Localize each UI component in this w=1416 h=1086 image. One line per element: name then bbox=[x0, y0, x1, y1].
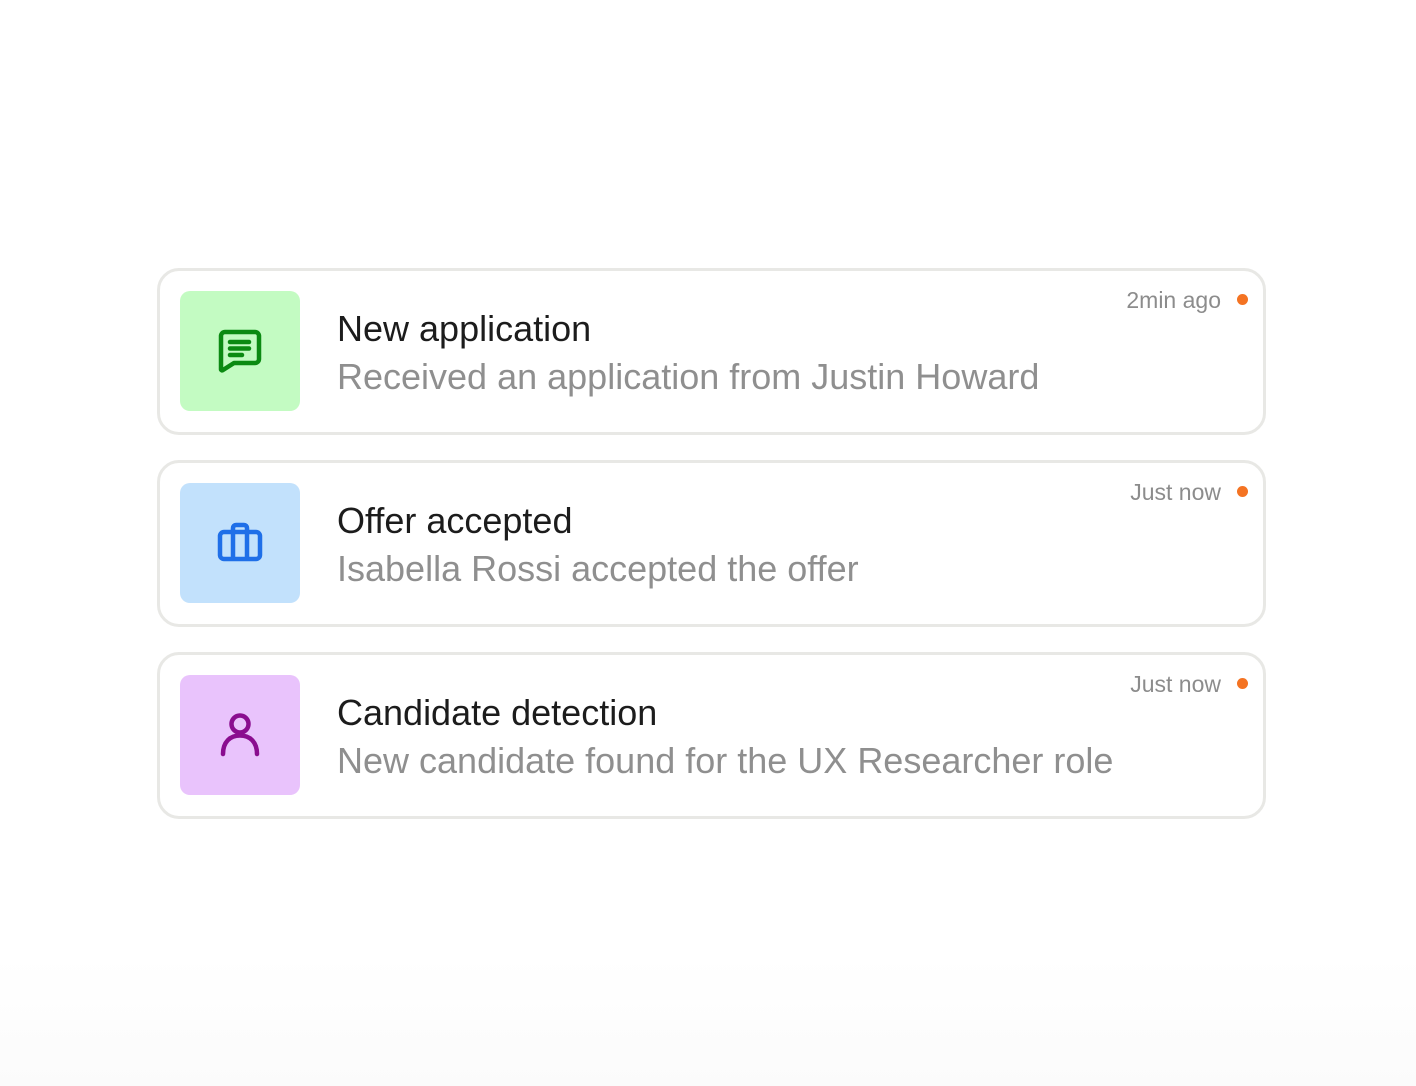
notification-title: New application bbox=[337, 308, 592, 349]
user-icon bbox=[220, 713, 260, 757]
icon-tile bbox=[180, 675, 300, 795]
unread-indicator bbox=[1237, 486, 1248, 497]
briefcase-icon bbox=[217, 522, 263, 562]
message-lines-icon bbox=[218, 329, 262, 373]
icon-tile bbox=[180, 291, 300, 411]
notification-time: Just now bbox=[1130, 479, 1221, 505]
notification-title: Candidate detection bbox=[337, 692, 658, 733]
notification-card[interactable]: Candidate detection New candidate found … bbox=[157, 652, 1266, 819]
notification-time: Just now bbox=[1130, 671, 1221, 697]
notification-card[interactable]: New application Received an application … bbox=[157, 268, 1266, 435]
unread-indicator bbox=[1237, 294, 1248, 305]
notification-list: New application Received an application … bbox=[157, 268, 1266, 844]
notification-card[interactable]: Offer accepted Isabella Rossi accepted t… bbox=[157, 460, 1266, 627]
notification-time: 2min ago bbox=[1126, 287, 1221, 313]
notification-description: Received an application from Justin Howa… bbox=[337, 356, 1040, 397]
notification-title: Offer accepted bbox=[337, 500, 573, 541]
notification-description: New candidate found for the UX Researche… bbox=[337, 740, 1114, 781]
notification-description: Isabella Rossi accepted the offer bbox=[337, 548, 859, 589]
unread-indicator bbox=[1237, 678, 1248, 689]
icon-tile bbox=[180, 483, 300, 603]
